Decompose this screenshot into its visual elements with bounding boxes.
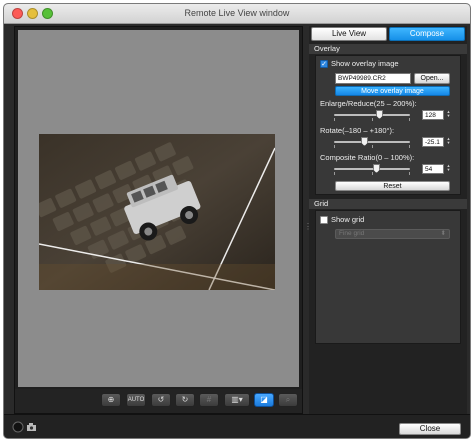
enlarge-tick (409, 118, 410, 121)
panel-splitter-handle[interactable]: ⋮ (304, 222, 312, 236)
grid-panel: Show grid Fine grid ⬍ (315, 210, 461, 344)
rotate-right-icon[interactable]: ↻ (175, 393, 195, 407)
open-button[interactable]: Open... (414, 73, 450, 84)
grid-section-header: Grid (309, 199, 467, 209)
window-title: Remote Live View window (184, 8, 290, 18)
composite-tick (372, 172, 373, 175)
composite-slider-track[interactable] (334, 168, 410, 170)
grid-icon[interactable]: # (199, 393, 219, 407)
grid-type-select: Fine grid ⬍ (335, 229, 450, 239)
select-arrows-icon: ⬍ (440, 230, 446, 237)
overlay-file-field[interactable]: BWP49989.CR2 (335, 73, 411, 84)
auto-focus-icon[interactable]: AUTO (126, 393, 146, 407)
display-mode-icon[interactable]: ▥▾ (224, 393, 250, 407)
preview-toolbar: ⊕ AUTO ↺ ↻ # ▥▾ ◪ ⌕ (15, 389, 302, 413)
enlarge-slider-track[interactable] (334, 114, 410, 116)
preview-canvas[interactable] (18, 30, 299, 387)
enlarge-label: Enlarge/Reduce(25 – 200%): (320, 99, 417, 108)
rotate-slider-thumb[interactable] (361, 137, 368, 146)
rotate-slider-track[interactable] (334, 141, 410, 143)
composite-label: Composite Ratio(0 – 100%): (320, 153, 415, 162)
composite-value-field[interactable]: 54 (422, 164, 444, 174)
composite-tick (334, 172, 335, 175)
remote-live-view-window: Remote Live View window ⊕ AUTO ↺ ↻ # ▥▾ … (3, 3, 471, 439)
tab-live-view[interactable]: Live View (311, 27, 387, 41)
rotate-tick (372, 145, 373, 148)
control-panel: Live View Compose Overlay ✓ Show overlay… (309, 26, 467, 414)
close-button[interactable]: Close (399, 423, 461, 435)
rotate-stepper[interactable]: ▲ ▼ (446, 137, 451, 146)
rotate-tick (409, 145, 410, 148)
bottom-bar: Close (4, 414, 470, 438)
camera-connection-icon (27, 423, 36, 431)
title-bar[interactable]: Remote Live View window (4, 4, 470, 24)
focus-frame-icon[interactable]: ⊕ (101, 393, 121, 407)
reset-button[interactable]: Reset (335, 181, 450, 191)
rotate-left-icon[interactable]: ↺ (151, 393, 171, 407)
composite-tick (409, 172, 410, 175)
overlay-compose-icon[interactable]: ◪ (254, 393, 274, 407)
enlarge-slider-thumb[interactable] (376, 110, 383, 119)
rotate-tick (334, 145, 335, 148)
enlarge-tick (334, 118, 335, 121)
live-view-preview: ⊕ AUTO ↺ ↻ # ▥▾ ◪ ⌕ (14, 26, 303, 414)
composite-stepper[interactable]: ▲ ▼ (446, 164, 451, 173)
overlay-section-header: Overlay (309, 44, 467, 54)
overlay-photo-image (39, 134, 275, 290)
composite-slider-thumb[interactable] (373, 164, 380, 173)
zoom-icon[interactable]: ⌕ (278, 393, 298, 407)
show-overlay-checkbox[interactable]: ✓ (320, 60, 328, 68)
grid-type-value: Fine grid (339, 230, 365, 237)
overlay-photo[interactable] (39, 134, 275, 290)
enlarge-tick (372, 118, 373, 121)
show-grid-checkbox[interactable] (320, 216, 328, 224)
tab-compose[interactable]: Compose (389, 27, 465, 41)
enlarge-stepper[interactable]: ▲ ▼ (446, 110, 451, 119)
enlarge-value-field[interactable]: 128 (422, 110, 444, 120)
camera-status-icon (12, 421, 24, 433)
show-grid-label: Show grid (331, 215, 365, 224)
rotate-label: Rotate(–180 – +180°): (320, 126, 395, 135)
show-overlay-label: Show overlay image (331, 59, 399, 68)
move-overlay-button[interactable]: Move overlay image (335, 86, 450, 96)
overlay-panel: ✓ Show overlay image BWP49989.CR2 Open..… (315, 55, 461, 195)
rotate-value-field[interactable]: -25.1 (422, 137, 444, 147)
mode-tabs: Live View Compose (311, 27, 465, 41)
